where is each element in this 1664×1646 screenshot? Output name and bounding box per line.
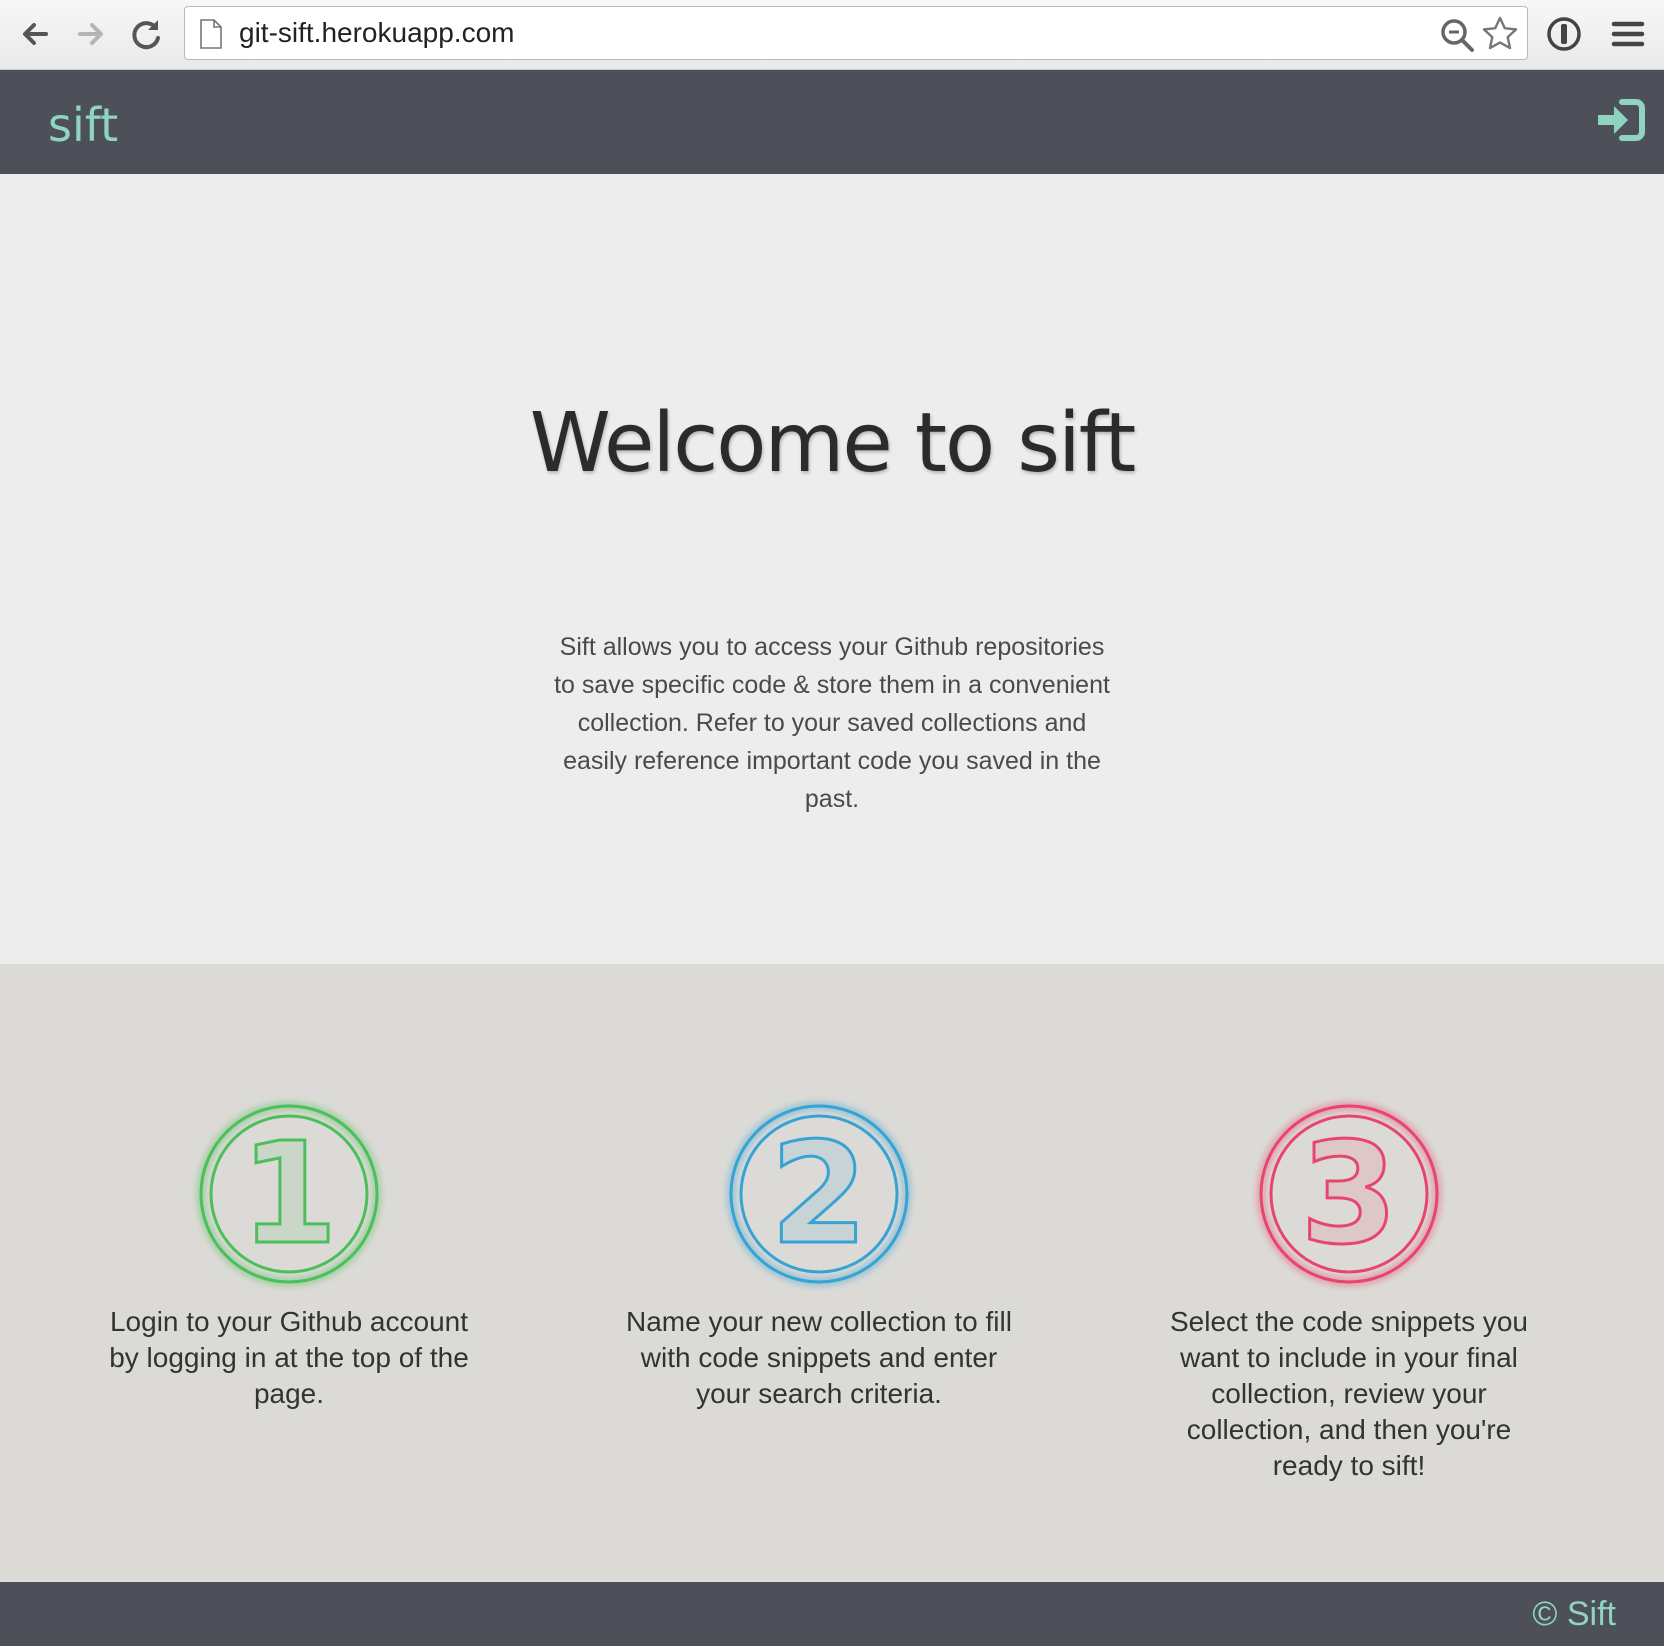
password-manager-icon[interactable] — [1546, 16, 1582, 52]
step-3-text: Select the code snippets you want to inc… — [1169, 1306, 1528, 1481]
back-arrow-icon[interactable] — [16, 14, 56, 54]
address-bar[interactable]: git-sift.herokuapp.com — [184, 6, 1528, 60]
sign-in-icon[interactable] — [1596, 98, 1646, 142]
step-2-text: Name your new collection to fill with co… — [626, 1306, 1012, 1409]
reload-icon[interactable] — [126, 14, 166, 54]
page-title: Welcome to sift — [529, 396, 1137, 491]
page-icon — [199, 19, 223, 49]
step-2-number-icon: 2 — [719, 1094, 919, 1294]
svg-text:1: 1 — [240, 1113, 337, 1276]
step-1-text: Login to your Github account by logging … — [109, 1306, 469, 1409]
forward-arrow-icon[interactable] — [70, 14, 110, 54]
copyright-text: © Sift — [1532, 1595, 1616, 1633]
app-header: sift — [0, 70, 1664, 174]
step-3-number-icon: 3 — [1249, 1094, 1449, 1294]
hero-section: Welcome to sift Sift allows you to acces… — [0, 174, 1664, 964]
menu-icon[interactable] — [1610, 16, 1646, 52]
steps-section: 1 Login to your Github account by loggin… — [0, 964, 1664, 1582]
brand-logo[interactable]: sift — [48, 70, 118, 174]
browser-toolbar: git-sift.herokuapp.com — [0, 0, 1664, 70]
footer: © Sift — [0, 1582, 1664, 1646]
step-1-number-icon: 1 — [189, 1094, 389, 1294]
svg-text:3: 3 — [1300, 1113, 1397, 1276]
url-text: git-sift.herokuapp.com — [239, 17, 515, 48]
zoom-icon[interactable] — [1439, 17, 1475, 53]
svg-text:2: 2 — [770, 1113, 867, 1276]
hero-description: Sift allows you to access your Github re… — [554, 633, 1110, 813]
star-icon[interactable] — [1481, 15, 1519, 53]
